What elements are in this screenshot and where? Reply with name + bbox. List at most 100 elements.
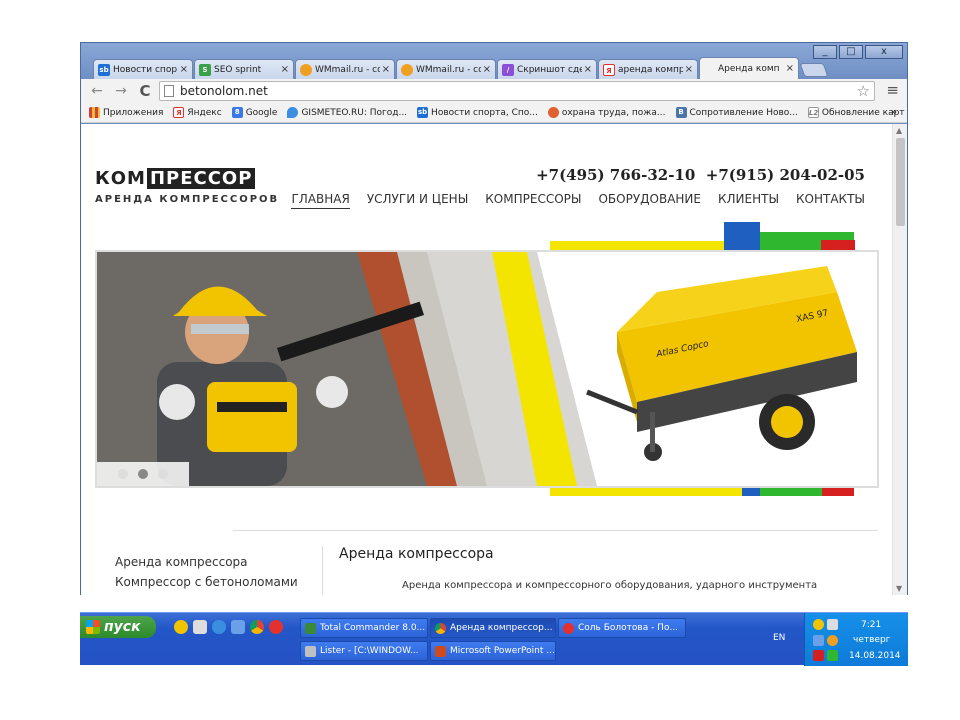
- nav-item-compressors[interactable]: КОМПРЕССОРЫ: [485, 192, 581, 209]
- tab-0[interactable]: sb Новости спор ×: [93, 59, 193, 79]
- taskbar-button-powerpoint[interactable]: Microsoft PowerPoint ...: [430, 641, 556, 661]
- tab-title: SEO sprint: [214, 64, 262, 75]
- scroll-up-icon[interactable]: ▲: [896, 126, 902, 135]
- bookmark-vk[interactable]: B Сопротивление Ново...: [675, 107, 798, 118]
- page-title: Аренда компрессора: [339, 546, 494, 562]
- tab-close-icon[interactable]: ×: [180, 64, 188, 75]
- scroll-thumb[interactable]: [896, 138, 905, 226]
- bookmarks-bar: Приложения Я Яндекс 8 Google GISMETEO.RU: …: [81, 103, 907, 123]
- total-commander-icon: [305, 622, 316, 634]
- tab-close-icon[interactable]: ×: [483, 64, 491, 75]
- tab-3[interactable]: WMmail.ru - со ×: [396, 59, 496, 79]
- tab-list: sb Новости спор × S SEO sprint × WMmail.…: [93, 57, 829, 79]
- ie-icon[interactable]: [212, 620, 226, 634]
- bookmark-google[interactable]: 8 Google: [231, 107, 277, 118]
- taskbar-button-lister[interactable]: Lister - [C:\WINDOW...: [300, 641, 428, 661]
- tab-active[interactable]: Аренда комп ×: [699, 57, 799, 79]
- tab-close-icon[interactable]: ×: [786, 63, 794, 74]
- system-tray: 7:21 четверг 14.08.2014: [804, 613, 908, 666]
- url-text[interactable]: betonolom.net: [180, 84, 268, 98]
- address-bar[interactable]: betonolom.net ☆: [159, 81, 875, 101]
- nav-item-contacts[interactable]: КОНТАКТЫ: [796, 192, 865, 209]
- language-indicator[interactable]: EN: [773, 633, 785, 643]
- monitor-icon[interactable]: [827, 650, 838, 661]
- deco-blue-bottom: [742, 488, 760, 496]
- deco-red-bottom: [822, 488, 854, 496]
- taskbar: пуск Total Commander 8.0... Аренда компр…: [80, 612, 908, 666]
- window-controls: _ □ x: [813, 45, 903, 59]
- nav-item-services[interactable]: УСЛУГИ И ЦЕНЫ: [367, 192, 468, 209]
- seo-icon: S: [199, 63, 211, 76]
- nav-item-home[interactable]: ГЛАВНАЯ: [291, 192, 350, 209]
- start-button[interactable]: пуск: [80, 616, 156, 638]
- clock-day: четверг: [853, 635, 891, 645]
- deco-green-bottom: [760, 488, 822, 496]
- calendar-icon[interactable]: [193, 620, 207, 634]
- site-logo[interactable]: КОМ ПРЕССОР АРЕНДА КОМПРЕССОРОВ: [95, 168, 279, 205]
- quick-launch: [174, 620, 283, 634]
- tab-2[interactable]: WMmail.ru - со ×: [295, 59, 395, 79]
- new-tab-button[interactable]: [799, 63, 829, 77]
- powerpoint-icon: [435, 645, 446, 657]
- tab-5[interactable]: Я аренда компр ×: [598, 59, 698, 79]
- taskbar-button-yandex[interactable]: Соль Болотова - По...: [558, 618, 686, 638]
- side-menu-item-rent[interactable]: Аренда компрессора: [115, 552, 298, 572]
- taskbar-button-label: Microsoft PowerPoint ...: [450, 646, 555, 656]
- back-button[interactable]: ←: [87, 83, 107, 99]
- bookmark-gismeteo[interactable]: GISMETEO.RU: Погод...: [287, 107, 407, 118]
- tab-close-icon[interactable]: ×: [584, 64, 592, 75]
- network-icon[interactable]: [813, 635, 824, 646]
- menu-icon[interactable]: ≡: [886, 81, 899, 99]
- hero-banner[interactable]: Atlas Copco XAS 97: [95, 250, 879, 488]
- star-icon[interactable]: ☆: [857, 82, 870, 100]
- slider-dot-1[interactable]: [118, 469, 128, 479]
- taskbar-button-browser[interactable]: Аренда компрессор...: [430, 618, 556, 638]
- wmmail-icon: [401, 63, 413, 76]
- taskbar-button-total-commander[interactable]: Total Commander 8.0...: [300, 618, 428, 638]
- nav-item-clients[interactable]: КЛИЕНТЫ: [718, 192, 779, 209]
- circle-icon: [547, 107, 559, 118]
- slider-dot-2[interactable]: [138, 469, 148, 479]
- main-nav: ГЛАВНАЯ УСЛУГИ И ЦЕНЫ КОМПРЕССОРЫ ОБОРУД…: [291, 192, 865, 209]
- vk-icon: B: [675, 107, 687, 118]
- tab-close-icon[interactable]: ×: [685, 64, 693, 75]
- bookmark-apps[interactable]: Приложения: [89, 107, 163, 118]
- vertical-scrollbar[interactable]: ▲ ▼: [892, 124, 907, 595]
- minimize-button[interactable]: _: [813, 45, 837, 59]
- bookmarks-more-icon[interactable]: »: [891, 107, 897, 118]
- yandex-icon: Я: [603, 63, 615, 76]
- nav-item-equipment[interactable]: ОБОРУДОВАНИЕ: [598, 192, 701, 209]
- speaker-icon[interactable]: [827, 619, 838, 630]
- logo-wordmark: КОМ ПРЕССОР: [95, 168, 279, 189]
- smiley-tray-icon[interactable]: [813, 619, 824, 630]
- reload-button[interactable]: C: [135, 82, 155, 100]
- update-icon[interactable]: [827, 635, 838, 646]
- yandex-browser-icon: [563, 622, 574, 634]
- close-button[interactable]: x: [865, 45, 903, 59]
- tab-4[interactable]: / Скриншот сде ×: [497, 59, 597, 79]
- clock-date: 14.08.2014: [849, 651, 901, 661]
- clock-time[interactable]: 7:21: [861, 620, 881, 630]
- maximize-button[interactable]: □: [839, 45, 863, 59]
- taskbar-button-label: Аренда компрессор...: [450, 623, 553, 633]
- tab-title: WMmail.ru - со: [315, 64, 380, 75]
- bookmark-safety[interactable]: охрана труда, пожа...: [547, 107, 666, 118]
- desktop-icon[interactable]: [231, 620, 245, 634]
- browser-window: sb Новости спор × S SEO sprint × WMmail.…: [80, 42, 908, 595]
- bookmark-label: Новости спорта, Спо...: [431, 107, 538, 118]
- yandex-browser-icon[interactable]: [269, 620, 283, 634]
- tab-close-icon[interactable]: ×: [382, 64, 390, 75]
- antivirus-icon[interactable]: [813, 650, 824, 661]
- chrome-icon[interactable]: [250, 620, 264, 634]
- smiley-icon[interactable]: [174, 620, 188, 634]
- tab-title: Скриншот сде: [517, 64, 582, 75]
- forward-button[interactable]: →: [111, 83, 131, 99]
- tab-1[interactable]: S SEO sprint ×: [194, 59, 294, 79]
- scroll-down-icon[interactable]: ▼: [896, 584, 902, 593]
- tab-close-icon[interactable]: ×: [281, 64, 289, 75]
- side-menu-item-breakers[interactable]: Компрессор с бетоноломами: [115, 572, 298, 592]
- slider-dot-3[interactable]: [158, 469, 168, 479]
- bookmark-sports[interactable]: sb Новости спорта, Спо...: [417, 107, 538, 118]
- bookmark-yandex[interactable]: Я Яндекс: [173, 107, 222, 118]
- sb-icon: sb: [98, 63, 110, 76]
